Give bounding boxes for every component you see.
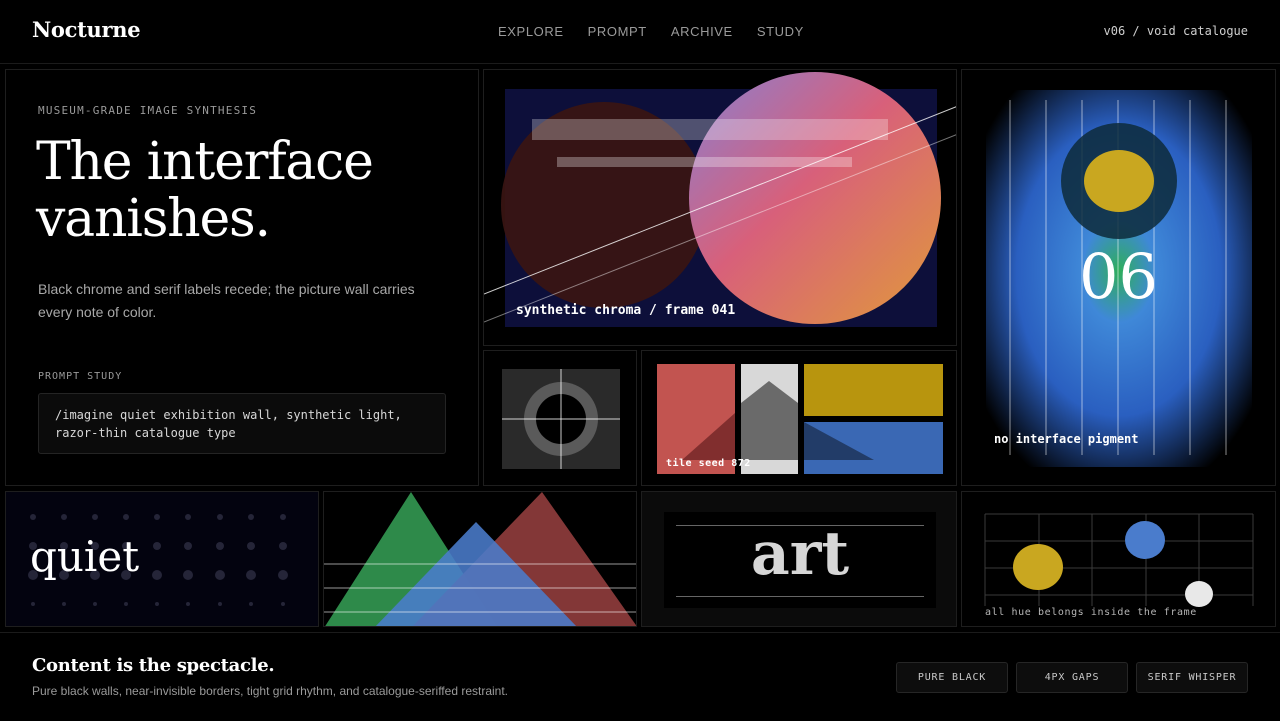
footer-title: Content is the spectacle. [32,655,275,676]
nav-explore[interactable]: EXPLORE [498,24,564,39]
art-word: art [750,519,850,589]
nav-archive[interactable]: ARCHIVE [671,24,733,39]
poster-tile[interactable]: 06 no interface pigment [961,69,1276,486]
hero-description: Black chrome and serif labels recede; th… [38,281,415,320]
quiet-word: quiet [30,532,140,581]
poster-number: 06 [1079,240,1158,313]
brand-logo[interactable]: Nocturne [32,17,141,42]
hero-panel: MUSEUM-GRADE IMAGE SYNTHESIS The interfa… [5,69,479,486]
triangles-artwork [324,492,636,626]
hero-title-line-2: vanishes. [36,189,271,249]
top-bar: Nocturne EXPLORE PROMPT ARCHIVE STUDY v0… [0,0,1280,64]
art-rule-bottom [676,596,924,597]
nav-prompt[interactable]: PROMPT [588,24,647,39]
tile-seed-caption: tile seed 872 [666,458,751,469]
footer: Content is the spectacle. Pure black wal… [0,632,1280,721]
target-artwork [502,369,620,469]
hero-title: The interface vanishes. [36,134,456,248]
prompt-study-label: PROMPT STUDY [38,371,123,382]
target-tile[interactable] [483,350,637,486]
grid-caption: all hue belongs inside the frame [985,607,1197,618]
nav-study[interactable]: STUDY [757,24,804,39]
grid-dots-tile[interactable]: all hue belongs inside the frame [961,491,1276,627]
poster-caption: no interface pigment [994,432,1139,446]
chip-pure-black[interactable]: PURE BLACK [896,662,1008,693]
quiet-tile[interactable]: quiet [5,491,319,627]
tile-seed-tile[interactable]: tile seed 872 [641,350,957,486]
main-nav: EXPLORE PROMPT ARCHIVE STUDY [498,24,804,39]
prompt-input[interactable]: /imagine quiet exhibition wall, syntheti… [38,393,446,454]
footer-description: Pure black walls, near-invisible borders… [32,684,509,698]
chip-4px-gaps[interactable]: 4PX GAPS [1016,662,1128,693]
chip-serif-whisper[interactable]: SERIF WHISPER [1136,662,1248,693]
chroma-tile[interactable]: synthetic chroma / frame 041 [483,69,957,346]
hero-title-line-1: The interface [36,132,374,192]
art-tile[interactable]: art [641,491,957,627]
version-label: v06 / void catalogue [1103,24,1249,38]
chroma-caption: synthetic chroma / frame 041 [516,303,736,318]
hero-eyebrow: MUSEUM-GRADE IMAGE SYNTHESIS [38,104,258,117]
triangles-tile[interactable] [323,491,637,627]
